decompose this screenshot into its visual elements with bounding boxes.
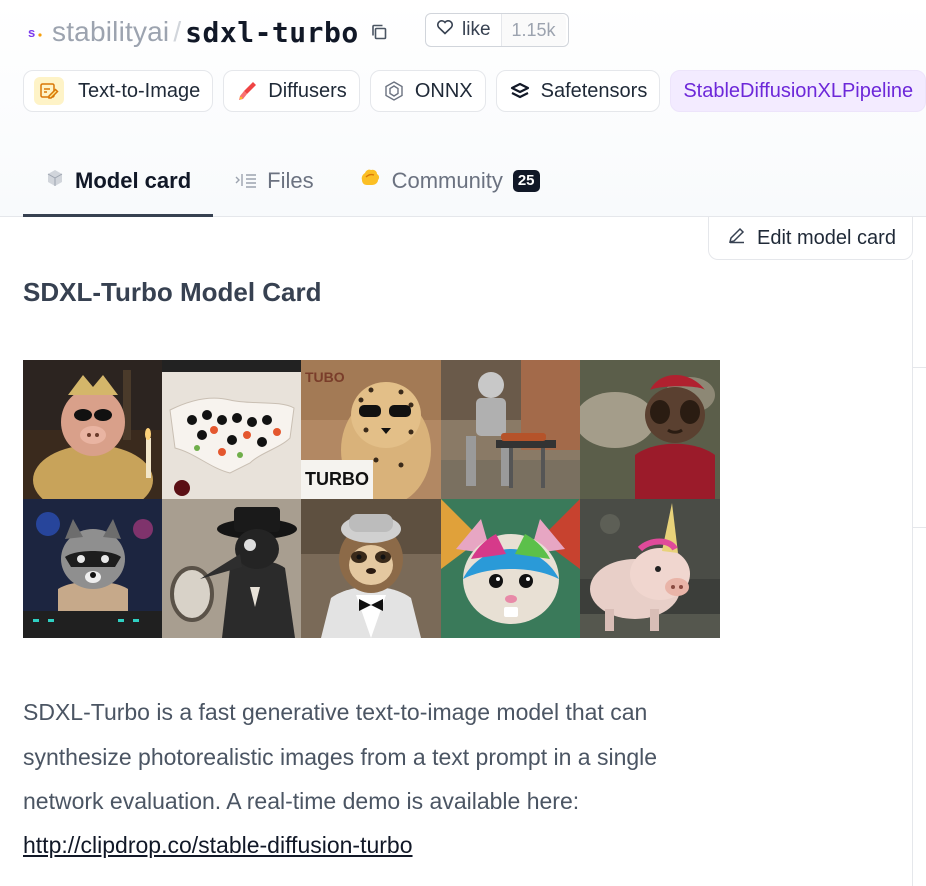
onnx-icon: [383, 80, 405, 102]
turbo-caption: TURBO: [305, 469, 369, 489]
text-to-image-icon: [34, 77, 64, 105]
tag-label: Diffusers: [268, 79, 347, 102]
tag-safetensors[interactable]: Safetensors: [495, 70, 661, 112]
tab-label: Model card: [75, 168, 192, 193]
tag-label: StableDiffusionXLPipeline: [683, 79, 914, 102]
repo-tabs: Model card Files Community 25: [23, 145, 562, 217]
copy-icon[interactable]: [369, 22, 389, 42]
cube-icon: [45, 168, 65, 194]
like-button[interactable]: like: [426, 14, 502, 46]
sloth-tuxedo-image: [301, 499, 441, 638]
sidebar-divider: [912, 367, 926, 368]
sample-image-grid: TURBO TUBO: [23, 360, 720, 638]
sidebar-divider: [912, 260, 913, 886]
tab-label: Community: [391, 168, 503, 193]
org-name-link[interactable]: stabilityai: [52, 16, 169, 48]
edit-model-card-button[interactable]: Edit model card: [708, 217, 913, 260]
tag-diffusers[interactable]: Diffusers: [223, 70, 360, 112]
tab-files[interactable]: Files: [213, 145, 335, 217]
tag-label: ONNX: [414, 79, 473, 102]
path-separator: /: [173, 16, 182, 47]
tag-label: Text-to-Image: [78, 79, 201, 102]
community-icon: [358, 167, 382, 195]
heart-icon: [436, 19, 454, 41]
tag-text-to-image[interactable]: Text-to-Image: [23, 70, 214, 112]
tab-model-card[interactable]: Model card: [23, 145, 214, 217]
model-card-title: SDXL-Turbo Model Card: [23, 277, 322, 307]
stabilityai-logo-icon: s: [24, 21, 46, 43]
svg-text:s: s: [28, 25, 35, 40]
repo-title: s stabilityai / sdxl-turbo: [24, 12, 389, 52]
model-description: SDXL-Turbo is a fast generative text-to-…: [23, 699, 658, 814]
edit-label: Edit model card: [757, 226, 896, 249]
pencil-icon: [727, 225, 747, 251]
demo-link[interactable]: http://clipdrop.co/stable-diffusion-turb…: [23, 823, 413, 867]
sushi-map-image: [162, 360, 301, 499]
like-label: like: [462, 19, 491, 40]
colorful-creature-image: [441, 499, 580, 638]
like-widget: like 1.15k: [425, 13, 569, 47]
diffusers-icon: [236, 80, 258, 102]
pig-image: [23, 360, 162, 499]
fly-image: [580, 360, 720, 499]
plague-doctor-image: [162, 499, 301, 638]
tag-stablediffusionxlpipeline[interactable]: StableDiffusionXLPipeline: [670, 70, 926, 112]
files-icon: [235, 168, 257, 194]
robot-grill-image: [441, 360, 580, 499]
pig-unicorn-image: [580, 499, 720, 638]
raccoon-dj-image: [23, 499, 162, 638]
tab-label: Files: [267, 168, 314, 193]
tags-row: Text-to-Image Diffusers ONNX Safetensors…: [23, 70, 926, 112]
cheetah-turbo-image: TURBO TUBO: [301, 360, 441, 499]
tag-label: Safetensors: [540, 79, 648, 102]
like-count[interactable]: 1.15k: [501, 14, 566, 46]
tab-community[interactable]: Community 25: [336, 145, 562, 217]
safetensors-icon: [509, 80, 531, 102]
sidebar-divider: [912, 527, 926, 528]
community-count-badge: 25: [512, 170, 540, 192]
tag-onnx[interactable]: ONNX: [369, 70, 486, 112]
repo-name-link[interactable]: sdxl-turbo: [185, 16, 359, 49]
turbo-caption: TUBO: [305, 369, 345, 385]
